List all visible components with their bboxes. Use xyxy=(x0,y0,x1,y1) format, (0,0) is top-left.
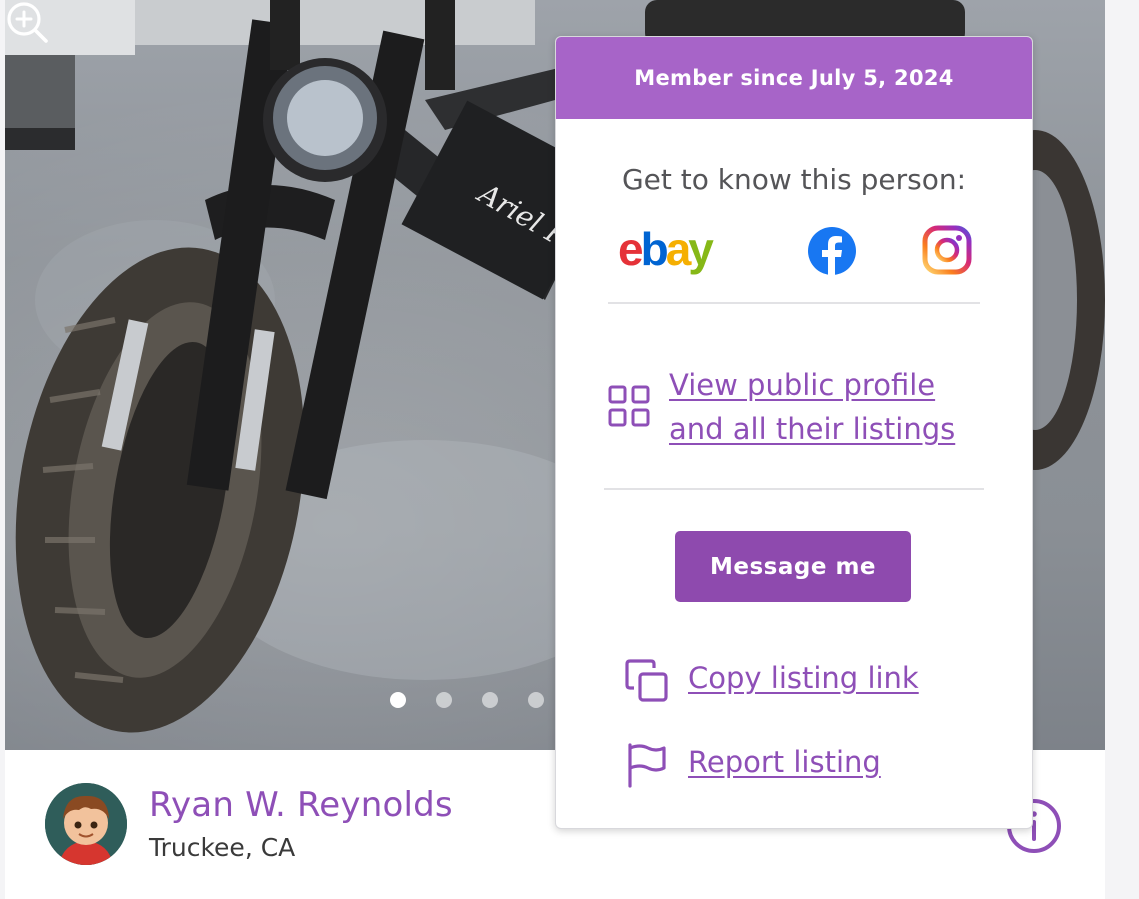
divider xyxy=(608,302,980,304)
grid-icon xyxy=(608,385,650,427)
gallery-dot-4[interactable] xyxy=(528,692,544,708)
copy-listing-link[interactable]: Copy listing link xyxy=(624,654,984,704)
copy-icon xyxy=(625,659,668,702)
seller-popover: Member since July 5, 2024 Get to know th… xyxy=(555,36,1033,829)
member-since-banner: Member since July 5, 2024 xyxy=(556,37,1032,119)
report-listing-text[interactable]: Report listing xyxy=(688,738,881,786)
profile-link-line1: View public profile xyxy=(669,368,936,402)
view-public-profile-link[interactable]: View public profile and all their listin… xyxy=(608,363,1008,463)
profile-link-line2: and all their listings xyxy=(669,412,956,446)
ebay-icon[interactable]: ebay xyxy=(616,223,742,279)
cartoon-avatar-icon xyxy=(45,783,127,865)
profile-link-text[interactable]: View public profile and all their listin… xyxy=(669,363,955,451)
divider xyxy=(604,488,984,490)
gallery-dot-2[interactable] xyxy=(436,692,452,708)
svg-text:ebay: ebay xyxy=(618,223,714,275)
flag-icon xyxy=(628,743,666,788)
gallery-dots xyxy=(390,692,544,708)
seller-name[interactable]: Ryan W. Reynolds xyxy=(149,785,453,825)
gallery-dot-3[interactable] xyxy=(482,692,498,708)
instagram-icon[interactable] xyxy=(922,223,972,279)
seller-location: Truckee, CA xyxy=(149,833,296,862)
report-listing[interactable]: Report listing xyxy=(624,738,984,788)
facebook-icon[interactable] xyxy=(806,223,858,279)
popover-heading: Get to know this person: xyxy=(621,163,967,196)
gallery-dot-1[interactable] xyxy=(390,692,406,708)
message-me-button[interactable]: Message me xyxy=(675,531,911,602)
copy-listing-link-text[interactable]: Copy listing link xyxy=(688,654,919,702)
zoom-in-icon[interactable] xyxy=(5,0,49,44)
avatar[interactable] xyxy=(45,783,127,865)
